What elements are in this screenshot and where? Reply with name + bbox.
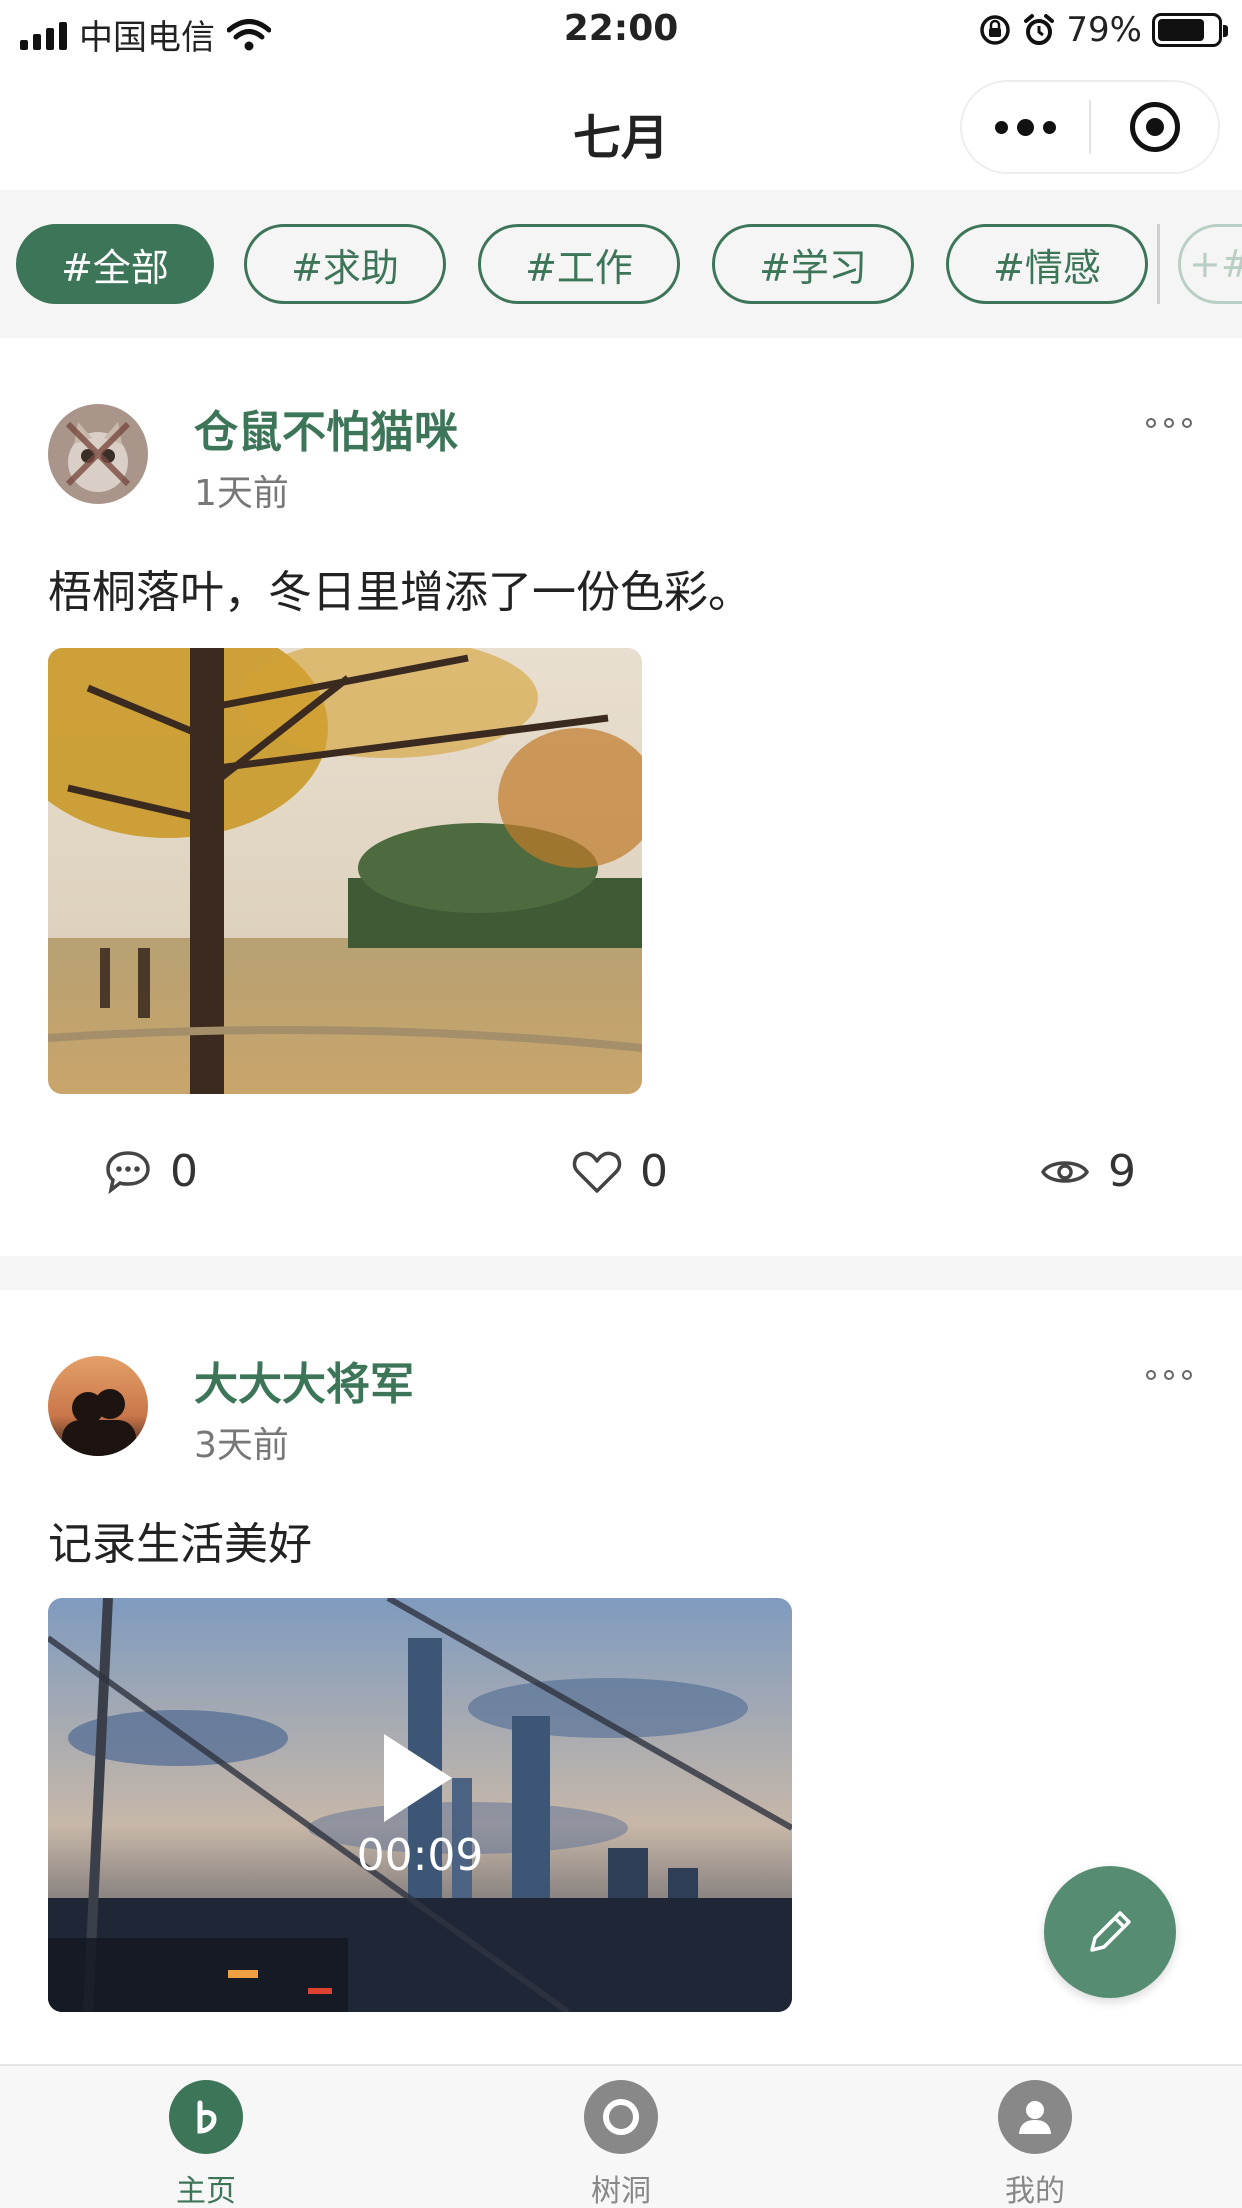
more-options-icon[interactable] — [1146, 1370, 1192, 1380]
video-duration: 00:09 — [356, 1830, 484, 1881]
tag-work[interactable]: #工作 — [478, 224, 680, 304]
pencil-icon — [1090, 1911, 1131, 1952]
post-content: 梧桐落叶，冬日里增添了一份色彩。 — [48, 567, 752, 618]
status-bar: 中国电信 22:00 79% — [0, 0, 1242, 62]
author-name[interactable]: 仓鼠不怕猫咪 — [194, 396, 458, 460]
tab-profile[interactable]: 我的 — [955, 2080, 1115, 2208]
like-button[interactable]: 0 — [572, 1146, 668, 1197]
tag-all[interactable]: #全部 — [16, 224, 214, 304]
comment-count: 0 — [170, 1146, 198, 1197]
close-miniprogram-button[interactable] — [1091, 82, 1218, 172]
battery-icon — [1152, 13, 1228, 47]
tab-home-label: 主页 — [176, 2174, 236, 2208]
home-leaf-icon — [169, 2080, 243, 2154]
tag-help[interactable]: #求助 — [244, 224, 446, 304]
tab-bar: 主页 树洞 我的 — [0, 2064, 1242, 2208]
tab-profile-label: 我的 — [1005, 2174, 1065, 2208]
post-separator — [0, 1256, 1242, 1290]
post-card[interactable]: 仓鼠不怕猫咪 1天前 梧桐落叶，冬日里增添了一份色彩。 0 0 9 — [0, 338, 1242, 1256]
view-count: 9 — [1108, 1146, 1136, 1197]
tag-divider — [1157, 224, 1160, 304]
author-name[interactable]: 大大大将军 — [194, 1348, 414, 1412]
views-indicator: 9 — [1040, 1146, 1136, 1197]
comment-icon — [106, 1150, 150, 1194]
battery-percent: 79% — [1066, 10, 1142, 50]
avatar[interactable] — [48, 404, 148, 504]
post-content: 记录生活美好 — [48, 1519, 312, 1570]
play-icon[interactable] — [384, 1734, 452, 1822]
more-options-icon[interactable] — [1146, 418, 1192, 428]
battery-fill — [1158, 19, 1204, 41]
compose-button[interactable] — [1044, 1866, 1176, 1998]
post-video[interactable]: 00:09 — [48, 1598, 792, 2012]
heart-icon — [572, 1151, 622, 1193]
more-menu-button[interactable] — [962, 82, 1089, 172]
rotation-lock-icon — [980, 15, 1011, 45]
eye-icon — [1040, 1160, 1090, 1183]
post-image[interactable] — [48, 648, 642, 1094]
post-actions: 0 0 9 — [0, 1146, 1242, 1216]
target-icon — [1129, 102, 1180, 152]
tab-treehole-label: 树洞 — [591, 2174, 651, 2208]
tag-add-button[interactable]: +# — [1178, 224, 1242, 304]
mini-program-capsule — [960, 80, 1220, 174]
tag-emotion[interactable]: #情感 — [946, 224, 1148, 304]
nav-bar: 七月 — [0, 62, 1242, 190]
avatar[interactable] — [48, 1356, 148, 1456]
tab-treehole[interactable]: 树洞 — [541, 2080, 701, 2208]
status-right: 79% — [978, 10, 1228, 50]
more-dots-icon — [995, 118, 1056, 136]
tag-study[interactable]: #学习 — [712, 224, 914, 304]
alarm-icon — [1024, 14, 1055, 45]
user-icon — [998, 2080, 1072, 2154]
comment-button[interactable]: 0 — [104, 1146, 198, 1197]
post-time: 1天前 — [194, 473, 289, 514]
tab-home[interactable]: 主页 — [126, 2080, 286, 2208]
like-count: 0 — [640, 1146, 668, 1197]
post-time: 3天前 — [194, 1425, 289, 1466]
circle-icon — [584, 2080, 658, 2154]
tag-filter-bar: #全部 #求助 #工作 #学习 #情感 +# — [0, 190, 1242, 338]
